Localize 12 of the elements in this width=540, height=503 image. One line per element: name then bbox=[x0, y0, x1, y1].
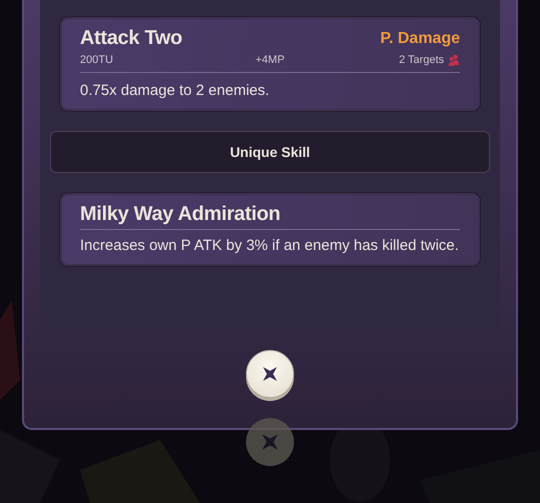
section-header: Unique Skill bbox=[50, 131, 490, 173]
skill-name: Attack Two bbox=[80, 27, 182, 50]
skill-name: Milky Way Admiration bbox=[80, 203, 460, 230]
skill-description: 0.75x damage to 2 enemies. bbox=[80, 81, 270, 100]
skill-cost: 200TU bbox=[80, 54, 114, 66]
skill-description: Increases own P ATK by 3% if an enemy has killed twice. bbox=[80, 236, 460, 255]
damage-type: P. Damage bbox=[380, 30, 460, 48]
skill-mp: +4MP bbox=[255, 54, 285, 66]
close-button[interactable] bbox=[246, 350, 294, 398]
people-icon bbox=[448, 54, 460, 66]
close-icon bbox=[246, 418, 294, 466]
skill-targets: 2 Targets bbox=[398, 54, 444, 66]
